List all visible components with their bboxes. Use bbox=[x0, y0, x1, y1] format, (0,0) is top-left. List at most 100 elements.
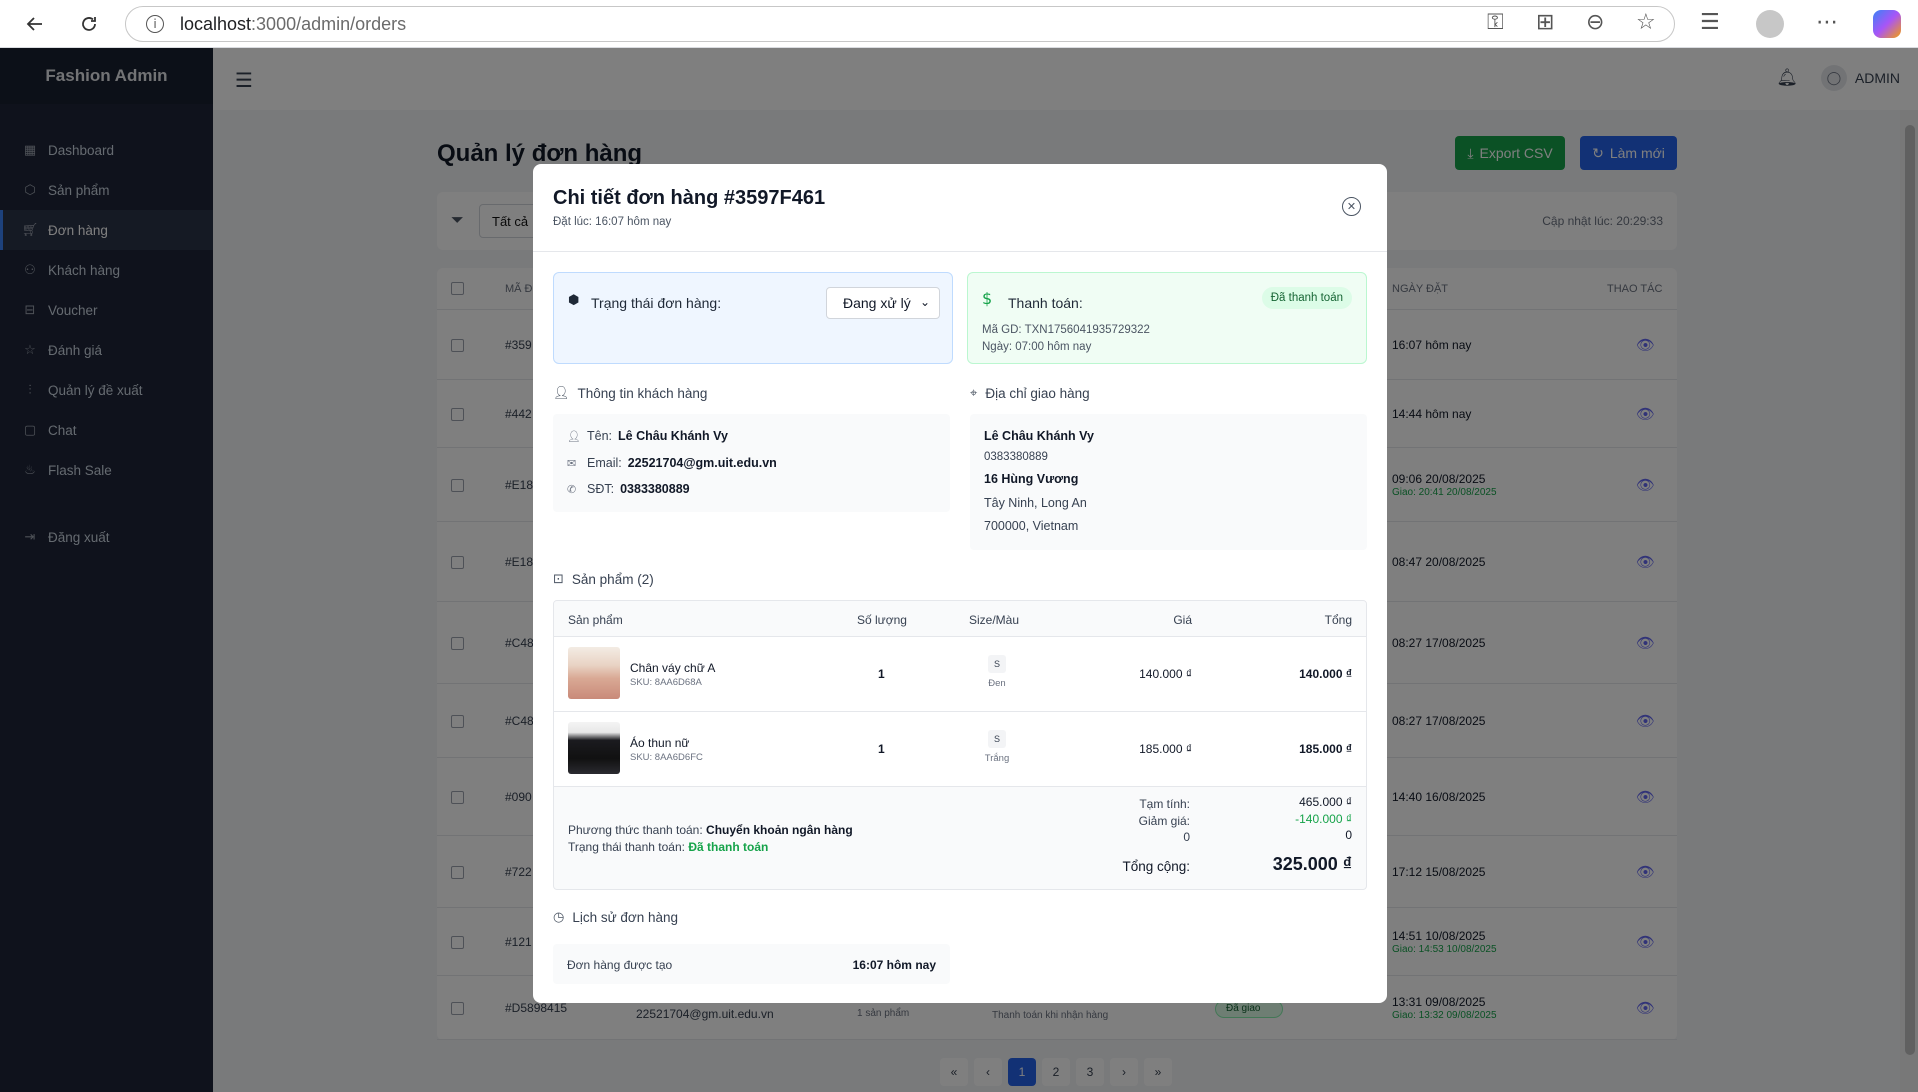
favorites-list-icon[interactable]: ☰ bbox=[1700, 10, 1720, 35]
payment-panel: $ Thanh toán: Đã thanh toán Mã GD: TXN17… bbox=[967, 272, 1367, 364]
product-qty: 1 bbox=[878, 667, 885, 681]
clock-icon: ◷ bbox=[553, 910, 565, 925]
shopping-bag-icon: ⊡ bbox=[553, 572, 564, 587]
section-title: Thông tin khách hàng bbox=[577, 386, 708, 401]
order-status-panel: ⬢ Trạng thái đơn hàng: Đang xử lý ⌄ bbox=[553, 272, 953, 364]
url-host: localhost bbox=[180, 13, 252, 34]
history-heading: ◷ Lịch sử đơn hàng bbox=[553, 910, 678, 925]
mail-icon: ✉ bbox=[567, 456, 577, 470]
column-header: Sản phẩm bbox=[568, 613, 623, 627]
recipient-phone: 0383380889 bbox=[984, 451, 1048, 463]
phone-icon: ✆ bbox=[567, 482, 577, 496]
apps-icon[interactable]: ⊞ bbox=[1536, 10, 1554, 35]
more-icon[interactable]: ⋯ bbox=[1816, 10, 1838, 35]
back-arrow-icon[interactable] bbox=[18, 7, 52, 41]
field-label: Trạng thái thanh toán: bbox=[568, 840, 685, 854]
dollar-icon: $ bbox=[982, 289, 993, 308]
subtotal-label: Tạm tính: bbox=[1139, 797, 1190, 811]
key-icon[interactable]: ⚿ bbox=[1487, 10, 1504, 35]
product-row: Chân váy chữ A SKU: 8AA6D68A 1 S Đen 140… bbox=[554, 637, 1366, 712]
zip-country: 700000, Vietnam bbox=[984, 519, 1079, 533]
reload-icon[interactable] bbox=[72, 7, 106, 41]
discount-value: -140.000 ₫ bbox=[1295, 812, 1352, 826]
status-label: Trạng thái đơn hàng: bbox=[591, 295, 722, 311]
customer-name-row: 👤︎ Tên: Lê Châu Khánh Vy bbox=[567, 429, 728, 443]
transaction-id: Mã GD: TXN1756041935729322 bbox=[982, 324, 1150, 336]
customer-email-row: ✉ Email: 22521704@gm.uit.edu.vn bbox=[567, 456, 777, 470]
customer-heading: 👤︎ Thông tin khách hàng bbox=[553, 386, 707, 401]
product-sku: SKU: 8AA6D68A bbox=[630, 677, 702, 688]
payment-date: Ngày: 07:00 hôm nay bbox=[982, 341, 1092, 353]
selected-status: Đang xử lý bbox=[843, 295, 911, 311]
payment-label: Thanh toán: bbox=[1008, 295, 1083, 311]
subtotal-value: 465.000 ₫ bbox=[1299, 795, 1352, 809]
close-icon[interactable]: ✕ bbox=[1342, 197, 1361, 216]
discount-label: Giảm giá: bbox=[1138, 814, 1190, 828]
column-header: Số lượng bbox=[857, 613, 907, 627]
extra-value: 0 bbox=[1345, 828, 1352, 842]
product-price: 140.000 ₫ bbox=[1139, 667, 1192, 681]
products-table-header: Sản phẩm Số lượng Size/Màu Giá Tổng bbox=[554, 601, 1366, 637]
product-qty: 1 bbox=[878, 742, 885, 756]
favorite-icon[interactable]: ☆ bbox=[1636, 10, 1656, 35]
product-thumbnail[interactable] bbox=[568, 647, 620, 699]
products-heading: ⊡ Sản phẩm (2) bbox=[553, 572, 654, 587]
column-header: Tổng bbox=[1324, 613, 1352, 627]
column-header: Giá bbox=[1173, 613, 1192, 627]
customer-phone: 0383380889 bbox=[620, 482, 690, 496]
copilot-icon[interactable] bbox=[1873, 10, 1901, 38]
url-path: :3000/admin/orders bbox=[251, 13, 407, 34]
section-title: Sản phẩm (2) bbox=[571, 572, 654, 587]
products-table: Sản phẩm Số lượng Size/Màu Giá Tổng Chân… bbox=[553, 600, 1367, 890]
package-icon: ⬢ bbox=[568, 293, 580, 308]
placed-at: Đặt lúc: 16:07 hôm nay bbox=[553, 216, 672, 228]
product-color: Trắng bbox=[984, 753, 1010, 764]
product-name: Áo thun nữ bbox=[630, 736, 690, 750]
field-label: Phương thức thanh toán: bbox=[568, 823, 703, 837]
product-size: S bbox=[988, 655, 1006, 673]
product-sku: SKU: 8AA6D6FC bbox=[630, 752, 703, 763]
city: Tây Ninh, Long An bbox=[984, 496, 1087, 510]
modal-header: Chi tiết đơn hàng #3597F461 Đặt lúc: 16:… bbox=[533, 164, 1387, 252]
info-icon[interactable]: i bbox=[146, 15, 164, 33]
order-status-select[interactable]: Đang xử lý ⌄ bbox=[826, 287, 940, 319]
product-name: Chân váy chữ A bbox=[630, 661, 716, 675]
payment-status-value: Đã thanh toán bbox=[688, 840, 769, 854]
modal-title: Chi tiết đơn hàng #3597F461 bbox=[553, 187, 826, 209]
section-title: Địa chỉ giao hàng bbox=[985, 386, 1090, 401]
product-color: Đen bbox=[988, 678, 1006, 689]
field-label: SĐT: bbox=[587, 482, 615, 496]
recipient-name: Lê Châu Khánh Vy bbox=[984, 429, 1094, 443]
grand-total-label: Tổng cộng: bbox=[1122, 859, 1190, 874]
product-row: Áo thun nữ SKU: 8AA6D6FC 1 S Trắng 185.0… bbox=[554, 712, 1366, 787]
field-label: Email: bbox=[587, 456, 622, 470]
address-heading: ⌖ Địa chỉ giao hàng bbox=[970, 386, 1090, 401]
payment-status-badge: Đã thanh toán bbox=[1261, 287, 1352, 309]
product-size: S bbox=[988, 730, 1006, 748]
customer-phone-row: ✆ SĐT: 0383380889 bbox=[567, 482, 690, 496]
payment-method: Phương thức thanh toán: Chuyển khoản ngâ… bbox=[568, 823, 853, 837]
customer-name: Lê Châu Khánh Vy bbox=[618, 429, 728, 443]
field-label: Tên: bbox=[587, 429, 613, 443]
grand-total-value: 325.000 ₫ bbox=[1272, 854, 1352, 874]
history-event: Đơn hàng được tạo bbox=[567, 958, 673, 972]
user-icon: 👤︎ bbox=[553, 386, 570, 401]
customer-email: 22521704@gm.uit.edu.vn bbox=[627, 456, 777, 470]
order-detail-modal: Chi tiết đơn hàng #3597F461 Đặt lúc: 16:… bbox=[533, 164, 1387, 1003]
street: 16 Hùng Vương bbox=[984, 472, 1079, 486]
profile-icon[interactable] bbox=[1756, 10, 1784, 38]
section-title: Lịch sử đơn hàng bbox=[572, 910, 679, 925]
user-icon: 👤︎ bbox=[567, 429, 581, 443]
history-item: Đơn hàng được tạo 16:07 hôm nay bbox=[553, 944, 950, 984]
customer-info: 👤︎ Tên: Lê Châu Khánh Vy ✉ Email: 225217… bbox=[553, 414, 950, 512]
product-total: 185.000 ₫ bbox=[1299, 742, 1352, 756]
product-total: 140.000 ₫ bbox=[1299, 667, 1352, 681]
payment-method-value: Chuyển khoản ngân hàng bbox=[706, 823, 853, 837]
shipping-address: Lê Châu Khánh Vy 0383380889 16 Hùng Vươn… bbox=[970, 414, 1367, 550]
address-bar[interactable]: i localhost:3000/admin/orders bbox=[125, 6, 1675, 42]
zoom-icon[interactable]: ⊖ bbox=[1586, 10, 1604, 35]
payment-status: Trạng thái thanh toán: Đã thanh toán bbox=[568, 840, 768, 854]
chevron-down-icon: ⌄ bbox=[919, 295, 930, 309]
product-thumbnail[interactable] bbox=[568, 722, 620, 774]
browser-toolbar: i localhost:3000/admin/orders ⚿ ⊞ ⊖ ☆ ☰ … bbox=[0, 0, 1918, 48]
